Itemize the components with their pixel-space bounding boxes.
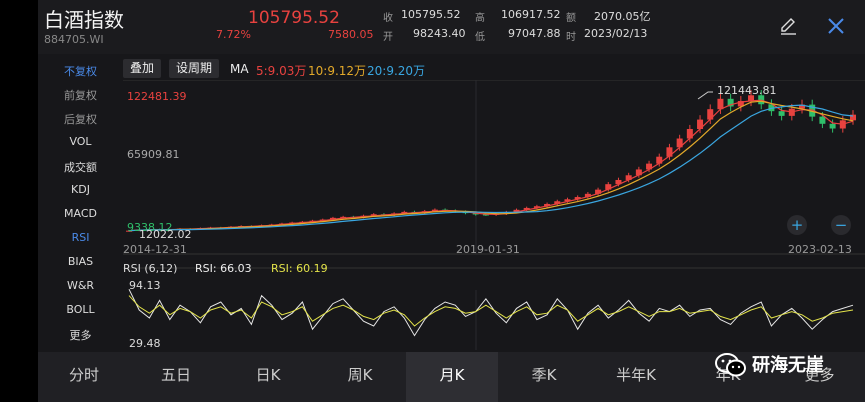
sidebar-item-forward-adjust[interactable]: 前复权 [38,87,123,103]
quote-label-open: 开 [383,32,393,43]
screen-frame: 白酒指数 884705.WI 105795.52 7.72% 7580.05 收… [0,0,865,402]
watermark-text: 研海无崖 [752,355,824,376]
app-window: 白酒指数 884705.WI 105795.52 7.72% 7580.05 收… [38,0,865,402]
wechat-watermark: 研海无崖 [700,345,860,385]
rsi-value-2: RSI: 60.19 [271,262,328,275]
rsi-title: RSI (6,12) [123,262,178,275]
quote-value-amount: 2070.05亿 [594,10,651,23]
quote-value-time: 2023/02/13 [584,27,648,40]
date-end: 2023-02-13 [788,243,852,256]
quote-value-low: 97047.88 [508,27,561,40]
date-start: 2014-12-31 [123,243,187,256]
sidebar-item-no-adjust[interactable]: 不复权 [38,63,123,79]
zoom-out-button[interactable]: − [831,215,851,235]
tab-quarterly-k[interactable]: 季K [498,352,590,402]
overlay-button[interactable]: 叠加 [123,59,161,78]
quote-label-low: 低 [475,32,485,43]
chart-area[interactable]: 122481.39 65909.81 9338.12 12022.02 1214… [123,79,865,350]
quote-value-open: 98243.40 [413,27,466,40]
sidebar-item-kdj[interactable]: KDJ [38,183,123,196]
sidebar-item-turnover[interactable]: 成交额 [38,159,123,175]
rsi-axis-bottom: 29.48 [129,337,161,350]
ma10-value: 10:9.12万 [308,64,367,78]
change-value: 7580.05 [328,28,374,41]
rsi-value-1: RSI: 66.03 [195,262,252,275]
sidebar-item-rsi[interactable]: RSI [38,231,123,244]
tab-half-year-k[interactable]: 半年K [590,352,682,402]
sidebar-item-bias[interactable]: BIAS [38,255,123,268]
rsi-axis-top: 94.13 [129,279,161,292]
index-code: 884705.WI [44,33,104,46]
quote-label-high: 高 [475,13,485,24]
zoom-in-button[interactable]: + [787,215,807,235]
quote-value-high: 106917.52 [501,8,561,21]
sidebar-item-backward-adjust[interactable]: 后复权 [38,111,123,127]
quote-label-amount: 额 [566,13,576,24]
change-percent: 7.72% [216,28,251,41]
peak-price-label: 121443.81 [717,84,777,97]
tab-weekly-k[interactable]: 周K [314,352,406,402]
sidebar-item-wr[interactable]: W&R [38,279,123,292]
ma5-value: 5:9.03万 [256,64,307,78]
date-mid: 2019-01-31 [456,243,520,256]
current-price: 105795.52 [248,8,340,28]
ma5-line [128,99,854,232]
chart-svg[interactable] [123,79,865,350]
candle-body [829,123,836,129]
tab-five-day[interactable]: 五日 [130,352,222,402]
wechat-icon [715,353,746,377]
min-price-label: 12022.02 [139,228,192,241]
ma20-line [128,104,854,232]
edit-icon[interactable] [778,16,798,36]
sidebar-item-vol[interactable]: VOL [38,135,123,148]
indicator-sidebar: 不复权 前复权 后复权 VOL 成交额 KDJ MACD RSI BIAS W&… [38,58,123,350]
rsi6-line [128,288,854,337]
sidebar-item-macd[interactable]: MACD [38,207,123,220]
quote-value-close: 105795.52 [401,8,461,21]
quote-label-close: 收 [383,13,393,24]
index-name: 白酒指数 [44,8,124,32]
sidebar-item-more[interactable]: 更多 [38,327,123,343]
ma20-value: 20:9.20万 [367,64,426,78]
candle-body [707,109,714,120]
ma-label: MA [230,62,249,76]
candle-body [819,116,826,124]
close-icon[interactable] [826,16,846,36]
price-axis-high: 122481.39 [127,90,187,103]
quote-label-time: 时 [566,32,576,43]
tab-monthly-k[interactable]: 月K [406,352,498,402]
sidebar-item-boll[interactable]: BOLL [38,303,123,316]
candle-body [778,111,785,116]
set-period-button[interactable]: 设周期 [169,59,219,78]
tab-intraday[interactable]: 分时 [38,352,130,402]
quote-header: 白酒指数 884705.WI 105795.52 7.72% 7580.05 收… [38,0,865,54]
tab-daily-k[interactable]: 日K [222,352,314,402]
price-axis-mid: 65909.81 [127,148,180,161]
